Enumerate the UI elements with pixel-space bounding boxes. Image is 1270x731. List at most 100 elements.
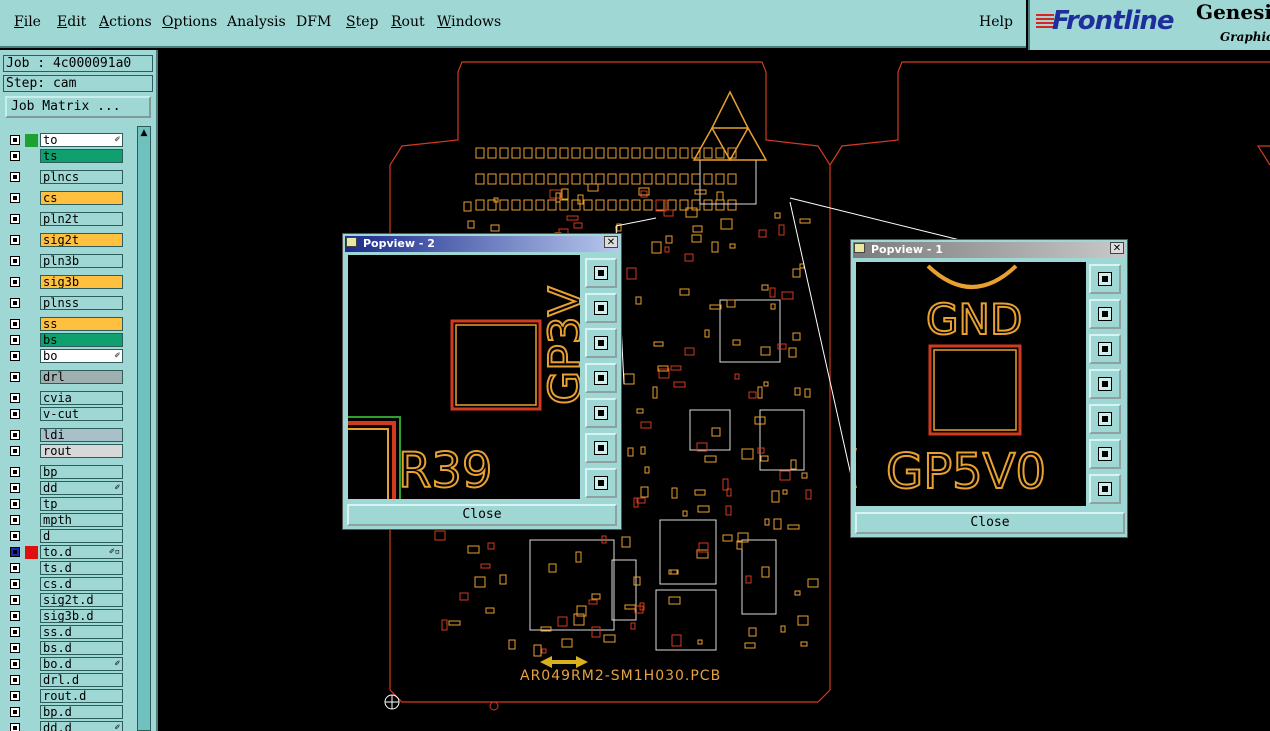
layer-name[interactable]: bp xyxy=(40,465,123,479)
layer-row[interactable]: v-cut xyxy=(5,407,127,421)
layer-row[interactable]: bs.d xyxy=(5,641,127,655)
layer-name[interactable]: cs xyxy=(40,191,123,205)
layer-checkbox[interactable] xyxy=(10,277,20,287)
layer-name[interactable]: sig3b.d xyxy=(40,609,123,623)
popview-1-viewport[interactable]: GND GP5V0 xyxy=(856,262,1086,506)
layer-row[interactable]: plncs xyxy=(5,170,127,184)
layer-checkbox[interactable] xyxy=(10,446,20,456)
popview-2-zoom-in-button[interactable] xyxy=(585,433,617,463)
popview-2-zoom-out-button[interactable] xyxy=(585,468,617,498)
layer-row[interactable]: ss xyxy=(5,317,127,331)
layer-checkbox[interactable] xyxy=(10,483,20,493)
menu-options[interactable]: Options xyxy=(162,14,217,30)
layer-color-swatch[interactable] xyxy=(25,546,38,559)
menu-windows[interactable]: Windows xyxy=(437,14,501,30)
layer-row[interactable]: tp xyxy=(5,497,127,511)
layer-row[interactable]: bp xyxy=(5,465,127,479)
layer-checkbox[interactable] xyxy=(10,351,20,361)
layer-checkbox[interactable] xyxy=(10,409,20,419)
window-menu-icon[interactable] xyxy=(854,243,865,253)
layer-name[interactable]: drl xyxy=(40,370,123,384)
layer-name[interactable]: mpth xyxy=(40,513,123,527)
layer-name[interactable]: sig3b xyxy=(40,275,123,289)
layer-name[interactable]: plnss xyxy=(40,296,123,310)
layer-name[interactable]: drl.d xyxy=(40,673,123,687)
layer-checkbox[interactable] xyxy=(10,611,20,621)
layer-name[interactable]: rout xyxy=(40,444,123,458)
layer-checkbox[interactable] xyxy=(10,172,20,182)
layer-checkbox[interactable] xyxy=(10,335,20,345)
popview-1-zoom-home-button[interactable] xyxy=(1089,264,1121,294)
popview-1-window[interactable]: Popview - 1 ✕ GND GP5V0 Close xyxy=(850,239,1128,538)
layer-row[interactable]: drl.d xyxy=(5,673,127,687)
layer-name[interactable]: ts.d xyxy=(40,561,123,575)
layer-name[interactable]: rout.d xyxy=(40,689,123,703)
popview-2-pan-left-button[interactable] xyxy=(585,363,617,393)
popview-1-pan-down-button[interactable] xyxy=(1089,334,1121,364)
layer-name[interactable]: cvia xyxy=(40,391,123,405)
layer-row[interactable]: dd ✐ xyxy=(5,481,127,495)
menu-actions[interactable]: Actions xyxy=(99,14,152,30)
layer-list-scrollbar[interactable]: ▲ xyxy=(137,126,151,731)
popview-1-pan-right-button[interactable] xyxy=(1089,404,1121,434)
layer-row[interactable]: pln3b xyxy=(5,254,127,268)
layer-name[interactable]: ss xyxy=(40,317,123,331)
layer-row[interactable]: mpth xyxy=(5,513,127,527)
layer-name[interactable]: sig2t.d xyxy=(40,593,123,607)
layer-name[interactable]: to.d ✐▫ xyxy=(40,545,123,559)
layer-checkbox[interactable] xyxy=(10,298,20,308)
layer-checkbox[interactable] xyxy=(10,319,20,329)
popview-2-pan-up-button[interactable] xyxy=(585,293,617,323)
popview-2-pan-right-button[interactable] xyxy=(585,398,617,428)
layer-name[interactable]: bo ✐ xyxy=(40,349,123,363)
layer-name[interactable]: d xyxy=(40,529,123,543)
layer-name[interactable]: dd.d ✐ xyxy=(40,721,123,731)
layer-checkbox[interactable] xyxy=(10,643,20,653)
layer-checkbox[interactable] xyxy=(10,151,20,161)
layer-row[interactable]: rout xyxy=(5,444,127,458)
layer-checkbox[interactable] xyxy=(10,393,20,403)
layer-row[interactable]: sig3b.d xyxy=(5,609,127,623)
layer-color-swatch[interactable] xyxy=(25,134,38,147)
layer-checkbox[interactable] xyxy=(10,595,20,605)
layer-checkbox[interactable] xyxy=(10,467,20,477)
layer-row[interactable]: ldi xyxy=(5,428,127,442)
popview-2-close-icon[interactable]: ✕ xyxy=(604,236,618,248)
menu-rout[interactable]: Rout xyxy=(391,14,425,30)
layer-name[interactable]: pln3b xyxy=(40,254,123,268)
layer-row[interactable]: ts.d xyxy=(5,561,127,575)
layer-checkbox[interactable] xyxy=(10,430,20,440)
layer-name[interactable]: bp.d xyxy=(40,705,123,719)
layer-row[interactable]: plnss xyxy=(5,296,127,310)
layer-row[interactable]: ts xyxy=(5,149,127,163)
layer-checkbox[interactable] xyxy=(10,547,20,557)
layer-name[interactable]: ldi xyxy=(40,428,123,442)
layer-checkbox[interactable] xyxy=(10,515,20,525)
layer-name[interactable]: bo.d ✐ xyxy=(40,657,123,671)
layer-name[interactable]: to ✐ xyxy=(40,133,123,147)
layer-checkbox[interactable] xyxy=(10,579,20,589)
layer-row[interactable]: sig2t.d xyxy=(5,593,127,607)
layer-checkbox[interactable] xyxy=(10,659,20,669)
layer-checkbox[interactable] xyxy=(10,675,20,685)
layer-row[interactable]: ss.d xyxy=(5,625,127,639)
popview-2-zoom-home-button[interactable] xyxy=(585,258,617,288)
popview-2-close-button[interactable]: Close xyxy=(347,504,617,526)
layer-row[interactable]: to ✐ xyxy=(5,133,127,147)
layer-checkbox[interactable] xyxy=(10,256,20,266)
layer-checkbox[interactable] xyxy=(10,707,20,717)
window-menu-icon[interactable] xyxy=(346,237,357,247)
layer-name[interactable]: pln2t xyxy=(40,212,123,226)
layer-checkbox[interactable] xyxy=(10,499,20,509)
scroll-up-icon[interactable]: ▲ xyxy=(139,128,149,138)
layer-checkbox[interactable] xyxy=(10,531,20,541)
popview-1-close-button[interactable]: Close xyxy=(855,512,1125,534)
menu-dfm[interactable]: DFM xyxy=(296,14,331,30)
layer-name[interactable]: dd ✐ xyxy=(40,481,123,495)
popview-1-zoom-in-button[interactable] xyxy=(1089,439,1121,469)
layer-name[interactable]: tp xyxy=(40,497,123,511)
layer-checkbox[interactable] xyxy=(10,372,20,382)
layer-checkbox[interactable] xyxy=(10,214,20,224)
popview-2-viewport[interactable]: R39 GP3V xyxy=(348,255,580,499)
layer-name[interactable]: cs.d xyxy=(40,577,123,591)
